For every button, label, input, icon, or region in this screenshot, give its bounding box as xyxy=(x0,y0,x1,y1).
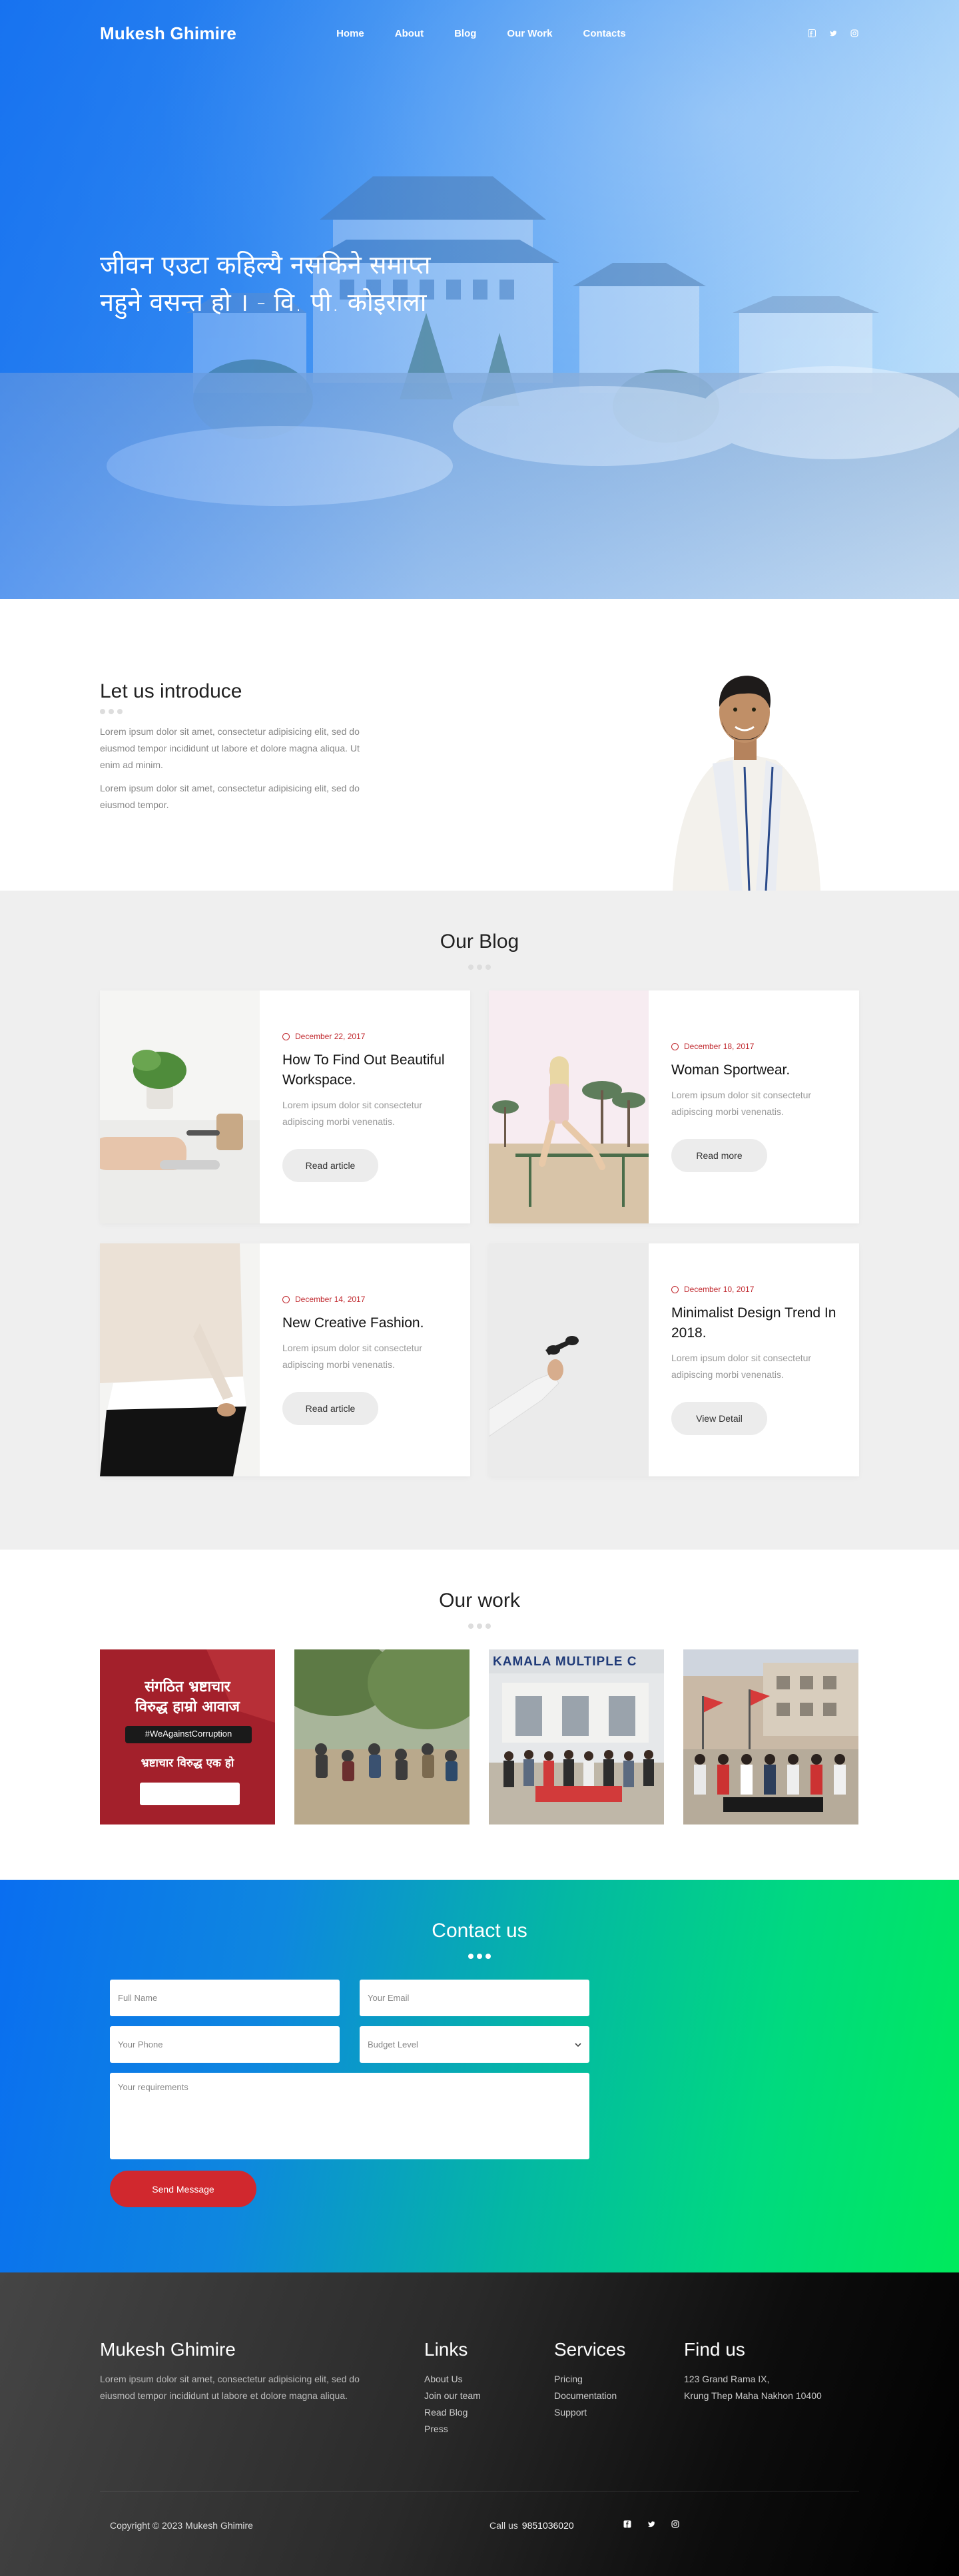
work-tile-community-meeting[interactable] xyxy=(294,1649,470,1825)
post-title[interactable]: Woman Sportwear. xyxy=(671,1060,836,1080)
footer-brand[interactable]: Mukesh Ghimire xyxy=(100,2339,236,2360)
address-line-1: 123 Grand Rama IX, xyxy=(684,2374,770,2384)
clock-icon xyxy=(671,1285,679,1293)
nav-about-link[interactable]: About xyxy=(395,28,424,39)
blog-title: Our Blog xyxy=(440,931,519,953)
brand-logo[interactable]: Mukesh Ghimire xyxy=(100,23,236,44)
site-footer: Mukesh Ghimire Lorem ipsum dolor sit ame… xyxy=(0,2272,959,2576)
email-field[interactable]: Your Email xyxy=(360,1980,589,2016)
twitter-icon[interactable] xyxy=(828,29,838,38)
header-social-links xyxy=(807,29,859,38)
fashion-photo xyxy=(100,1243,260,1476)
our-work-section: Our work संगठित भ्रष्टाचार विरुद्ध हाम्र… xyxy=(0,1550,959,1880)
instagram-icon[interactable] xyxy=(850,29,859,38)
footer-link-pricing[interactable]: Pricing xyxy=(554,2371,617,2388)
read-article-button[interactable]: Read article xyxy=(282,1392,378,1425)
poster-line-3: भ्रष्टाचार विरुद्ध एक हो xyxy=(141,1757,234,1770)
post-excerpt: Lorem ipsum dolor sit consectetur adipis… xyxy=(671,1353,812,1380)
read-article-button[interactable]: Read article xyxy=(282,1149,378,1182)
workspace-photo xyxy=(100,990,260,1223)
phone-field[interactable]: Your Phone xyxy=(110,2026,340,2063)
twitter-icon[interactable] xyxy=(647,2520,656,2530)
main-menu: Home About Blog Our Work Contacts xyxy=(336,28,657,39)
hero-quote: जीवन एउटा कहिल्यै नसकिने समाप्त नहुने वस… xyxy=(100,250,431,317)
college-sign: KAMALA MULTIPLE C xyxy=(493,1655,637,1669)
instagram-icon[interactable] xyxy=(671,2520,680,2530)
contact-section: Contact us Full Name Your Email Your Pho… xyxy=(0,1880,959,2272)
clock-icon xyxy=(282,1295,290,1303)
footer-social-links xyxy=(623,2520,680,2530)
blog-card[interactable]: December 14, 2017 New Creative Fashion. … xyxy=(100,1243,470,1476)
intro-title: Let us introduce xyxy=(100,680,242,702)
intro-paragraph-1: Lorem ipsum dolor sit amet, consectetur … xyxy=(100,726,360,770)
post-date: December 18, 2017 xyxy=(671,1042,836,1051)
work-tile-rally[interactable] xyxy=(683,1649,858,1825)
poster-line-1: संगठित भ्रष्टाचार xyxy=(145,1679,230,1695)
footer-services-title: Services xyxy=(554,2339,626,2360)
contact-title: Contact us xyxy=(432,1920,527,1942)
send-message-button[interactable]: Send Message xyxy=(110,2171,256,2207)
post-title[interactable]: Minimalist Design Trend In 2018. xyxy=(671,1303,836,1343)
footer-link-press[interactable]: Press xyxy=(424,2421,481,2438)
footer-about-text: Lorem ipsum dolor sit amet, consectetur … xyxy=(100,2374,360,2401)
sunglasses-photo xyxy=(489,1243,649,1476)
requirements-textarea[interactable]: Your requirements xyxy=(110,2073,589,2159)
footer-link-support[interactable]: Support xyxy=(554,2404,617,2421)
blog-card[interactable]: December 22, 2017 How To Find Out Beauti… xyxy=(100,990,470,1223)
post-title[interactable]: New Creative Fashion. xyxy=(282,1313,448,1333)
full-name-field[interactable]: Full Name xyxy=(110,1980,340,2016)
top-navigation: Mukesh Ghimire Home About Blog Our Work … xyxy=(0,0,959,67)
phone-number[interactable]: 9851036020 xyxy=(522,2520,574,2531)
post-excerpt: Lorem ipsum dolor sit consectetur adipis… xyxy=(282,1343,423,1370)
chevron-down-icon xyxy=(575,2039,581,2049)
footer-link-documentation[interactable]: Documentation xyxy=(554,2388,617,2404)
poster-line-2: विरुद्ध हाम्रो आवाज xyxy=(135,1699,240,1715)
poster-hashtag: #WeAgainstCorruption xyxy=(145,1729,232,1739)
post-excerpt: Lorem ipsum dolor sit consectetur adipis… xyxy=(282,1100,423,1127)
intro-divider-dots xyxy=(100,709,123,714)
footer-links-title: Links xyxy=(424,2339,468,2360)
clock-icon xyxy=(282,1032,290,1040)
budget-level-select[interactable]: Budget Level xyxy=(360,2026,589,2063)
intro-paragraph-2: Lorem ipsum dolor sit amet, consectetur … xyxy=(100,783,360,810)
address-line-2: Krung Thep Maha Nakhon 10400 xyxy=(684,2390,822,2401)
clock-icon xyxy=(671,1042,679,1050)
blog-card[interactable]: December 18, 2017 Woman Sportwear. Lorem… xyxy=(489,990,859,1223)
footer-services-list: Pricing Documentation Support xyxy=(554,2371,617,2421)
work-divider-dots xyxy=(0,1619,959,1631)
work-title: Our work xyxy=(439,1590,520,1611)
call-us-text: Call us 9851036020 xyxy=(489,2520,574,2531)
nav-home-link[interactable]: Home xyxy=(336,28,364,39)
hero-section: Mukesh Ghimire Home About Blog Our Work … xyxy=(0,0,959,599)
footer-link-about-us[interactable]: About Us xyxy=(424,2371,481,2388)
post-date: December 22, 2017 xyxy=(282,1032,448,1041)
view-detail-button[interactable]: View Detail xyxy=(671,1402,767,1435)
read-more-button[interactable]: Read more xyxy=(671,1139,767,1172)
post-title[interactable]: How To Find Out Beautiful Workspace. xyxy=(282,1050,448,1090)
footer-find-us-title: Find us xyxy=(684,2339,745,2360)
footer-link-read-blog[interactable]: Read Blog xyxy=(424,2404,481,2421)
work-tile-anti-corruption-poster[interactable]: संगठित भ्रष्टाचार विरुद्ध हाम्रो आवाज #W… xyxy=(100,1649,275,1825)
post-date: December 14, 2017 xyxy=(282,1295,448,1304)
footer-links-list: About Us Join our team Read Blog Press xyxy=(424,2371,481,2438)
post-date: December 10, 2017 xyxy=(671,1285,836,1294)
nav-blog-link[interactable]: Blog xyxy=(454,28,476,39)
facebook-icon[interactable] xyxy=(807,29,816,38)
footer-address: 123 Grand Rama IX, Krung Thep Maha Nakho… xyxy=(684,2371,822,2404)
copyright-text: Copyright © 2023 Mukesh Ghimire xyxy=(110,2520,253,2531)
work-tile-college-group[interactable]: KAMALA MULTIPLE C xyxy=(489,1649,664,1825)
intro-section: Let us introduce Lorem ipsum dolor sit a… xyxy=(0,599,959,891)
portrait-photo xyxy=(673,676,820,891)
facebook-icon[interactable] xyxy=(623,2520,632,2530)
sportswear-photo xyxy=(489,990,649,1223)
post-excerpt: Lorem ipsum dolor sit consectetur adipis… xyxy=(671,1090,812,1117)
budget-level-value: Budget Level xyxy=(368,2039,418,2049)
contact-divider-dots xyxy=(0,1949,959,1962)
footer-link-join-team[interactable]: Join our team xyxy=(424,2388,481,2404)
blog-section: Our Blog December 22, 2017 How To Find O… xyxy=(0,891,959,1550)
nav-contacts-link[interactable]: Contacts xyxy=(583,28,626,39)
nav-our-work-link[interactable]: Our Work xyxy=(507,28,552,39)
blog-card[interactable]: December 10, 2017 Minimalist Design Tren… xyxy=(489,1243,859,1476)
blog-divider-dots xyxy=(0,960,959,972)
